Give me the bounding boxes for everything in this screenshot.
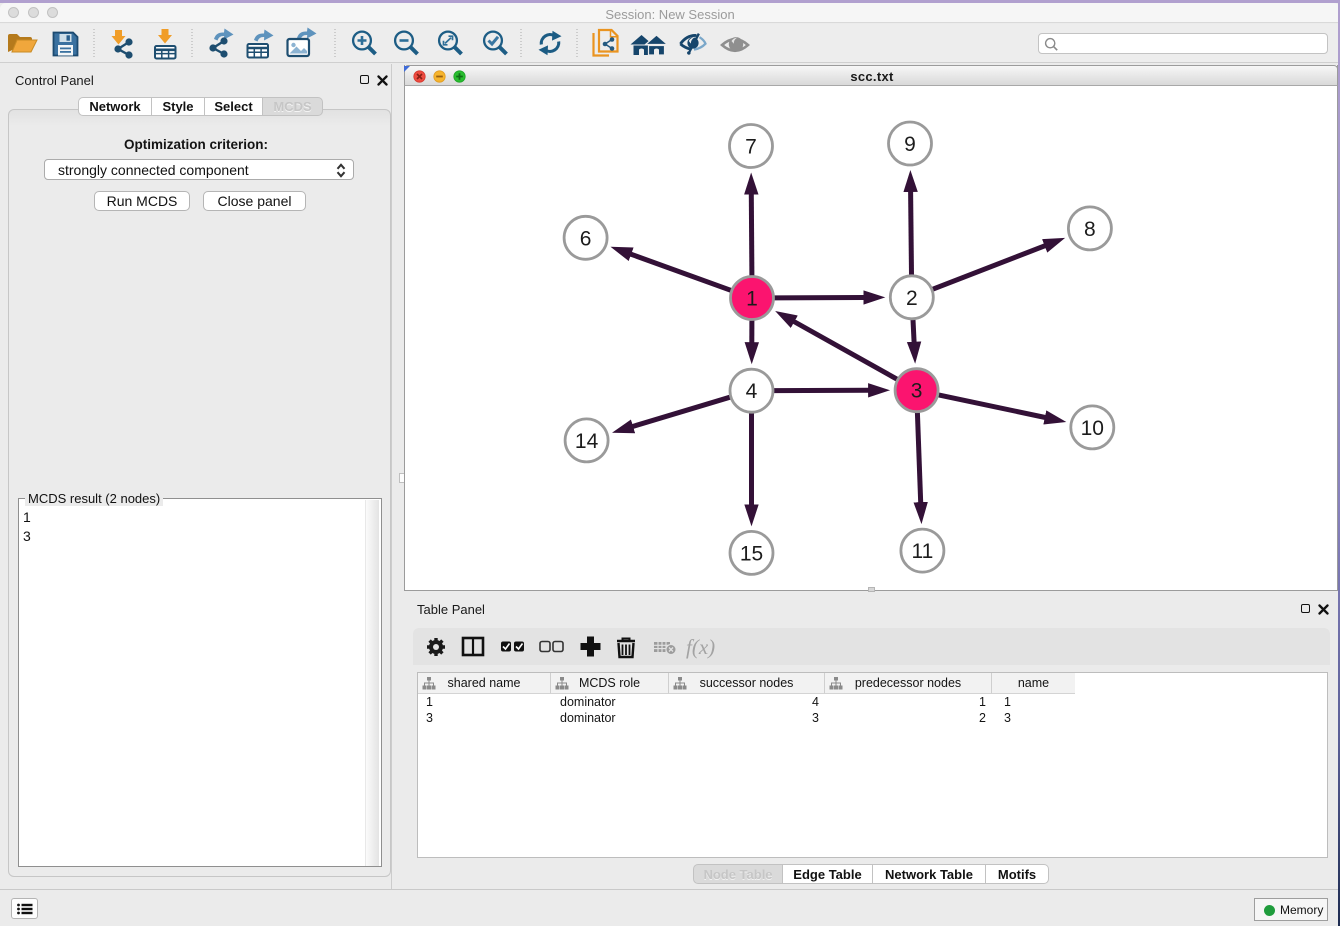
svg-text:4: 4 bbox=[746, 380, 758, 403]
svg-text:6: 6 bbox=[580, 227, 592, 250]
svg-text:f(x): f(x) bbox=[686, 635, 715, 659]
svg-text:7: 7 bbox=[745, 136, 757, 159]
svg-text:15: 15 bbox=[740, 542, 763, 565]
svg-text:11: 11 bbox=[911, 540, 933, 563]
svg-text:3: 3 bbox=[911, 380, 923, 403]
svg-text:10: 10 bbox=[1081, 417, 1104, 440]
svg-text:14: 14 bbox=[575, 430, 599, 453]
svg-text:8: 8 bbox=[1084, 218, 1096, 241]
svg-text:1: 1 bbox=[746, 288, 758, 311]
svg-text:9: 9 bbox=[904, 133, 916, 156]
svg-text:2: 2 bbox=[906, 287, 918, 310]
